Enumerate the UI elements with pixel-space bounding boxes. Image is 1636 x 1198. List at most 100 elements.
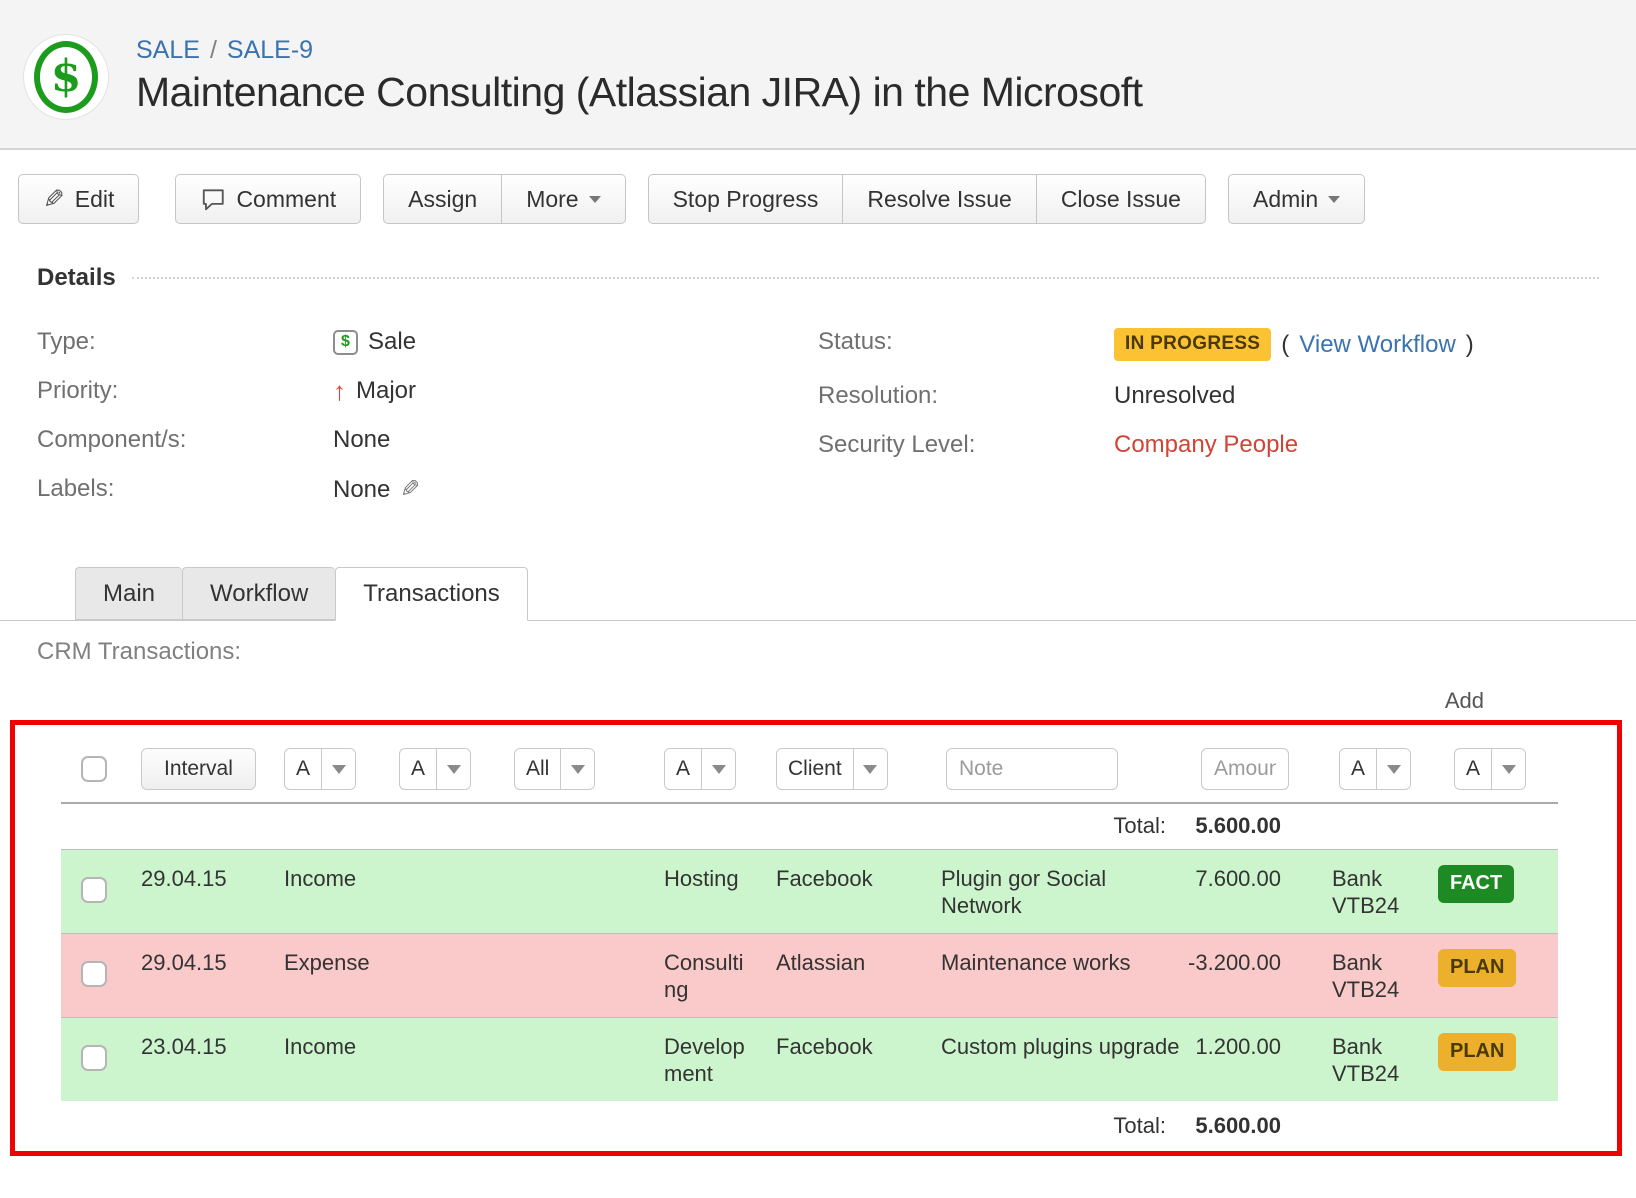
priority-label: Priority: [37, 377, 333, 405]
field-components: Component/s: None [37, 426, 818, 454]
add-transaction-link[interactable]: Add [1445, 688, 1484, 713]
transaction-client: Facebook [763, 849, 926, 933]
transactions-table: Interval A A All A Client A A Total: 5.6… [61, 735, 1558, 1151]
amount-filter-input[interactable] [1201, 748, 1289, 790]
view-workflow-link[interactable]: View Workflow [1299, 331, 1456, 359]
status-badge: IN PROGRESS [1114, 328, 1271, 361]
client-filter-dropdown[interactable]: Client [776, 748, 888, 790]
breadcrumb-issue-link[interactable]: SALE-9 [227, 36, 313, 64]
labels-label: Labels: [37, 475, 333, 503]
status-filter-value: A [1455, 749, 1492, 789]
transaction-note: Custom plugins upgrade [926, 1017, 1186, 1101]
filter-row: Interval A A All A Client A A [61, 735, 1558, 803]
tab-transactions-label: Transactions [363, 580, 500, 608]
assign-button[interactable]: Assign [383, 174, 502, 224]
bank-filter-dropdown[interactable]: A [1339, 748, 1411, 790]
transaction-type: Expense [271, 933, 386, 1017]
resolution-label: Resolution: [818, 382, 1114, 410]
chevron-down-icon [702, 749, 735, 789]
select-all-checkbox[interactable] [81, 756, 107, 782]
transaction-category: Development [664, 1033, 746, 1087]
transaction-client: Facebook [763, 1017, 926, 1101]
resolve-issue-label: Resolve Issue [867, 186, 1011, 213]
dollar-glyph: $ [51, 55, 82, 99]
security-level-label: Security Level: [818, 431, 1114, 459]
resolve-issue-button[interactable]: Resolve Issue [842, 174, 1036, 224]
sale-type-icon: $ [333, 330, 358, 355]
chevron-down-icon [1377, 749, 1410, 789]
issue-tabs: Main Workflow Transactions [0, 567, 1636, 621]
breadcrumb: SALE / SALE-9 [136, 36, 1143, 65]
transaction-row: 23.04.15 Income Development Facebook Cus… [61, 1017, 1558, 1101]
edit-label: Edit [75, 186, 115, 213]
transaction-date: 23.04.15 [126, 1017, 271, 1101]
type-filter-value: A [285, 749, 322, 789]
row-checkbox[interactable] [81, 877, 107, 903]
tab-workflow[interactable]: Workflow [182, 567, 335, 620]
more-button[interactable]: More [501, 174, 625, 224]
close-issue-button[interactable]: Close Issue [1036, 174, 1206, 224]
type-filter-dropdown[interactable]: A [284, 748, 356, 790]
transaction-bank: Bank VTB24 [1326, 865, 1398, 919]
category-filter-dropdown[interactable]: A [664, 748, 736, 790]
status-label: Status: [818, 328, 1114, 356]
edit-button[interactable]: ✎ Edit [18, 174, 139, 224]
category-filter-value: A [665, 749, 702, 789]
transaction-date: 29.04.15 [126, 849, 271, 933]
transaction-client: Atlassian [763, 933, 926, 1017]
transaction-category: Consulting [664, 949, 746, 1003]
breadcrumb-separator: / [210, 36, 217, 64]
chevron-down-icon [1328, 196, 1340, 209]
field-priority: Priority: ↑ Major [37, 377, 818, 405]
total-label: Total: [926, 803, 1186, 849]
assign-more-group: Assign More [383, 174, 625, 224]
total-row-top: Total: 5.600.00 [61, 803, 1558, 849]
dollar-glyph: $ [341, 333, 350, 351]
chevron-down-icon [854, 749, 887, 789]
page-header: $ SALE/SALE-9 Maintenance Consulting (At… [0, 0, 1636, 150]
chevron-down-icon [437, 749, 470, 789]
interval-filter-button[interactable]: Interval [141, 748, 256, 790]
paren-close: ) [1466, 331, 1474, 359]
account-filter-value: A [400, 749, 437, 789]
transaction-row: 29.04.15 Income Hosting Facebook Plugin … [61, 849, 1558, 933]
edit-labels-pencil-icon[interactable]: ✎ [400, 475, 420, 504]
all-filter-dropdown[interactable]: All [514, 748, 595, 790]
comment-bubble-icon [200, 186, 226, 212]
crm-transactions-label: CRM Transactions: [37, 638, 1636, 666]
breadcrumb-project-link[interactable]: SALE [136, 36, 200, 64]
row-checkbox[interactable] [81, 1045, 107, 1071]
account-filter-dropdown[interactable]: A [399, 748, 471, 790]
chevron-down-icon [322, 749, 355, 789]
chevron-down-icon [589, 196, 601, 209]
transaction-amount: 1.200.00 [1186, 1017, 1326, 1101]
stop-progress-label: Stop Progress [673, 186, 819, 213]
transaction-date: 29.04.15 [126, 933, 271, 1017]
pencil-icon: ✎ [43, 186, 65, 212]
row-checkbox[interactable] [81, 961, 107, 987]
priority-value: Major [356, 377, 416, 405]
plan-status-badge[interactable]: PLAN [1438, 1033, 1516, 1071]
comment-button[interactable]: Comment [175, 174, 361, 224]
plan-status-badge[interactable]: PLAN [1438, 949, 1516, 987]
stop-progress-button[interactable]: Stop Progress [648, 174, 844, 224]
tab-workflow-label: Workflow [210, 580, 308, 608]
components-value: None [333, 426, 390, 454]
tab-main-label: Main [103, 580, 155, 608]
transaction-amount: 7.600.00 [1186, 849, 1326, 933]
note-filter-input[interactable] [946, 748, 1118, 790]
components-label: Component/s: [37, 426, 333, 454]
field-type: Type: $ Sale [37, 328, 818, 356]
fact-status-badge[interactable]: FACT [1438, 865, 1514, 903]
transaction-note: Plugin gor Social Network [926, 849, 1186, 933]
details-heading: Details [37, 264, 116, 292]
admin-button[interactable]: Admin [1228, 174, 1365, 224]
type-label: Type: [37, 328, 333, 356]
total-value: 5.600.00 [1186, 803, 1326, 849]
tab-transactions[interactable]: Transactions [335, 567, 528, 621]
status-filter-dropdown[interactable]: A [1454, 748, 1526, 790]
chevron-down-icon [1492, 749, 1525, 789]
tab-main[interactable]: Main [75, 567, 182, 620]
total-row-bottom: Total: 5.600.00 [61, 1101, 1558, 1151]
close-issue-label: Close Issue [1061, 186, 1181, 213]
